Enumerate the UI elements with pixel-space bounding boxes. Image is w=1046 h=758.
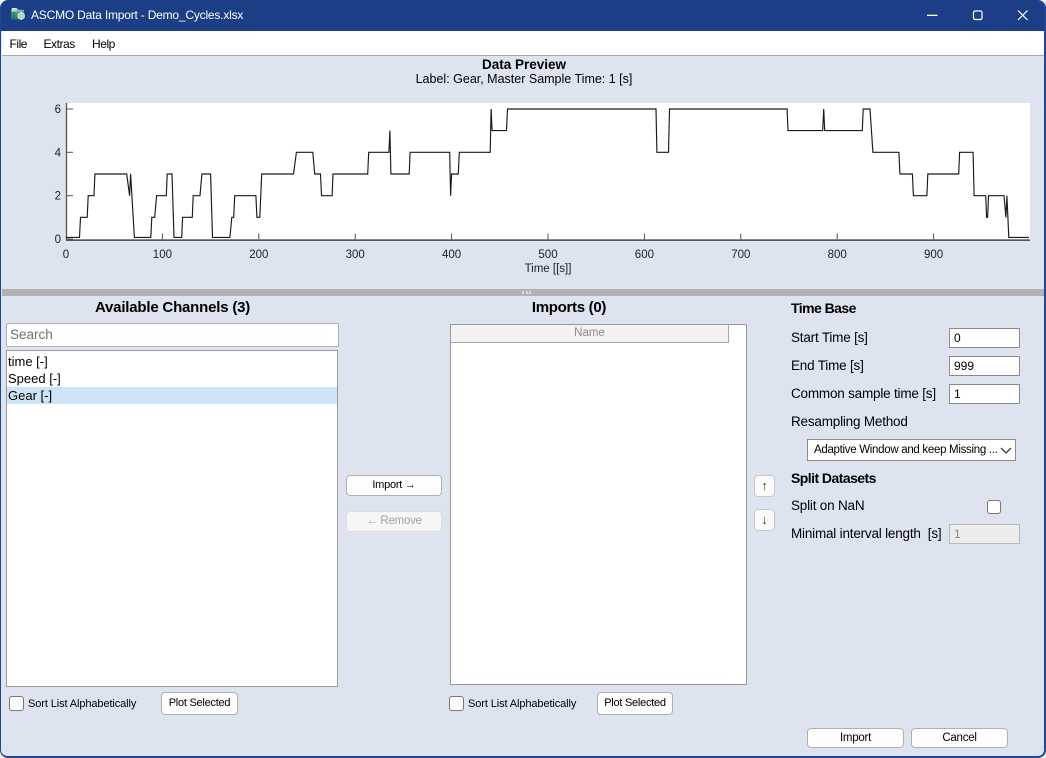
svg-text:100: 100 xyxy=(153,249,172,261)
svg-text:300: 300 xyxy=(346,249,365,261)
svg-text:Time [[s]]: Time [[s]] xyxy=(525,263,572,275)
svg-text:600: 600 xyxy=(635,249,654,261)
svg-text:2: 2 xyxy=(55,191,61,203)
svg-text:400: 400 xyxy=(442,249,461,261)
svg-text:700: 700 xyxy=(731,249,750,261)
svg-text:800: 800 xyxy=(828,249,847,261)
svg-text:Data Preview: Data Preview xyxy=(482,57,567,72)
svg-text:0: 0 xyxy=(55,234,61,246)
svg-text:4: 4 xyxy=(55,147,62,159)
svg-text:0: 0 xyxy=(63,249,69,261)
svg-text:500: 500 xyxy=(538,249,557,261)
svg-text:900: 900 xyxy=(924,249,943,261)
svg-text:Label: Gear, Master Sample Tim: Label: Gear, Master Sample Time: 1 [s] xyxy=(416,72,633,86)
svg-text:6: 6 xyxy=(55,104,61,116)
svg-text:200: 200 xyxy=(249,249,268,261)
